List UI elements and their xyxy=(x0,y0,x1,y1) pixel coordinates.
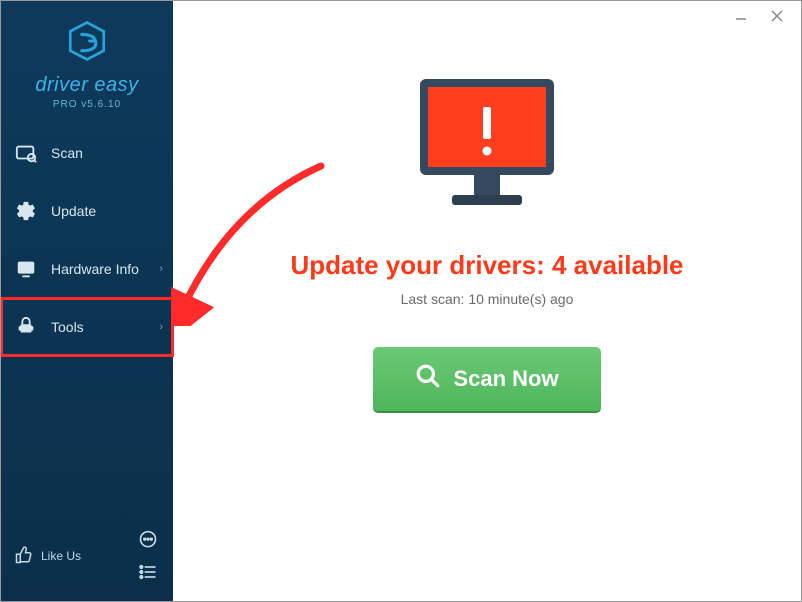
feedback-icon[interactable] xyxy=(137,529,159,551)
like-us-label: Like Us xyxy=(41,549,81,563)
hardware-icon: i xyxy=(15,258,37,280)
search-icon xyxy=(415,363,441,395)
app-logo-icon xyxy=(65,19,109,68)
main-content: Update your drivers: 4 available Last sc… xyxy=(173,1,801,601)
sidebar-item-scan[interactable]: Scan xyxy=(1,124,173,182)
last-scan-text: Last scan: 10 minute(s) ago xyxy=(401,291,574,307)
scan-button-label: Scan Now xyxy=(453,366,558,392)
titlebar xyxy=(729,1,801,31)
gear-icon xyxy=(15,200,37,222)
sidebar-footer: Like Us xyxy=(1,515,173,601)
last-scan-value: 10 minute(s) ago xyxy=(468,291,573,307)
scan-icon xyxy=(15,142,37,164)
alert-monitor-icon xyxy=(402,71,572,226)
tools-icon xyxy=(15,316,37,338)
sidebar-item-label: Hardware Info xyxy=(51,261,139,277)
app-name: driver easy xyxy=(1,74,173,97)
sidebar-nav: Scan Update i Hardware xyxy=(1,124,173,515)
headline-text: Update your drivers: 4 available xyxy=(290,250,683,281)
menu-icon[interactable] xyxy=(137,561,159,583)
thumbs-up-icon xyxy=(15,546,33,567)
minimize-button[interactable] xyxy=(729,4,753,28)
sidebar-item-label: Update xyxy=(51,203,96,219)
chevron-right-icon: › xyxy=(159,321,163,333)
logo-area: driver easy PRO v5.6.10 xyxy=(1,1,173,124)
app-version: PRO v5.6.10 xyxy=(1,99,173,110)
close-button[interactable] xyxy=(765,4,789,28)
sidebar-item-tools[interactable]: Tools › xyxy=(1,298,173,356)
app-window: driver easy PRO v5.6.10 Scan xyxy=(0,0,802,602)
sidebar-item-label: Tools xyxy=(51,319,84,335)
like-us-button[interactable]: Like Us xyxy=(15,546,81,567)
sidebar-item-update[interactable]: Update xyxy=(1,182,173,240)
last-scan-prefix: Last scan: xyxy=(401,291,469,307)
sidebar-item-hardware-info[interactable]: i Hardware Info › xyxy=(1,240,173,298)
svg-text:i: i xyxy=(25,263,27,272)
sidebar-item-label: Scan xyxy=(51,145,83,161)
scan-now-button[interactable]: Scan Now xyxy=(373,347,600,411)
chevron-right-icon: › xyxy=(159,263,163,275)
footer-icons xyxy=(137,529,159,583)
sidebar: driver easy PRO v5.6.10 Scan xyxy=(1,1,173,601)
